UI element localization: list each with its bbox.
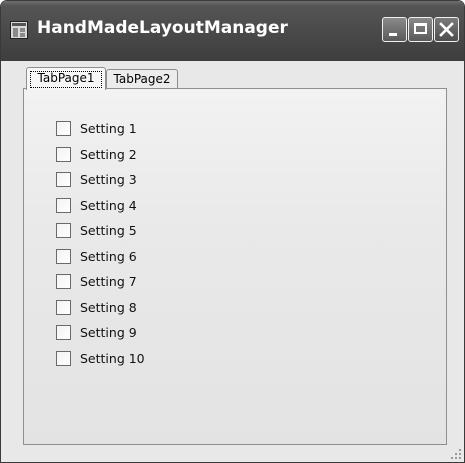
- window-title: HandMadeLayoutManager: [37, 18, 288, 38]
- setting-2-checkbox[interactable]: Setting 2: [56, 145, 137, 163]
- setting-5-checkbox[interactable]: Setting 5: [56, 221, 137, 239]
- setting-label: Setting 2: [80, 146, 137, 162]
- resize-grip-icon[interactable]: [449, 447, 461, 459]
- setting-6-checkbox[interactable]: Setting 6: [56, 247, 137, 265]
- checkbox-box[interactable]: [56, 273, 71, 289]
- checkbox-box[interactable]: [56, 222, 71, 238]
- setting-4-checkbox[interactable]: Setting 4: [56, 196, 137, 214]
- setting-label: Setting 10: [80, 350, 145, 366]
- setting-8-checkbox[interactable]: Setting 8: [56, 298, 137, 316]
- setting-label: Setting 3: [80, 171, 137, 187]
- minimize-button[interactable]: [382, 17, 407, 42]
- checkbox-box[interactable]: [56, 197, 71, 213]
- setting-label: Setting 5: [80, 222, 137, 238]
- tab-label: TabPage1: [37, 71, 95, 85]
- setting-label: Setting 7: [80, 273, 137, 289]
- checkbox-box[interactable]: [56, 299, 71, 315]
- checkbox-box[interactable]: [56, 350, 71, 366]
- checkbox-box[interactable]: [56, 248, 71, 264]
- tab-tabpage1[interactable]: TabPage1: [26, 67, 106, 90]
- close-icon: [439, 22, 454, 37]
- close-button[interactable]: [434, 17, 459, 42]
- app-window: HandMadeLayoutManager TabPage1 TabPage2 …: [0, 0, 465, 463]
- setting-3-checkbox[interactable]: Setting 3: [56, 170, 137, 188]
- setting-1-checkbox[interactable]: Setting 1: [56, 119, 137, 137]
- checkbox-box[interactable]: [56, 120, 71, 136]
- setting-label: Setting 1: [80, 120, 137, 136]
- setting-label: Setting 6: [80, 248, 137, 264]
- setting-10-checkbox[interactable]: Setting 10: [56, 349, 145, 367]
- setting-label: Setting 8: [80, 299, 137, 315]
- setting-label: Setting 4: [80, 197, 137, 213]
- tab-panel: [23, 88, 447, 445]
- tab-tabpage2[interactable]: TabPage2: [106, 69, 178, 89]
- setting-9-checkbox[interactable]: Setting 9: [56, 323, 137, 341]
- setting-label: Setting 9: [80, 324, 137, 340]
- minimize-icon: [389, 33, 397, 36]
- maximize-button[interactable]: [408, 17, 433, 42]
- checkbox-box[interactable]: [56, 146, 71, 162]
- maximize-icon: [414, 23, 427, 34]
- application-window-icon[interactable]: [10, 21, 28, 39]
- setting-7-checkbox[interactable]: Setting 7: [56, 272, 137, 290]
- checkbox-box[interactable]: [56, 324, 71, 340]
- checkbox-box[interactable]: [56, 171, 71, 187]
- tab-label: TabPage2: [113, 72, 171, 86]
- title-bar[interactable]: HandMadeLayoutManager: [1, 1, 464, 61]
